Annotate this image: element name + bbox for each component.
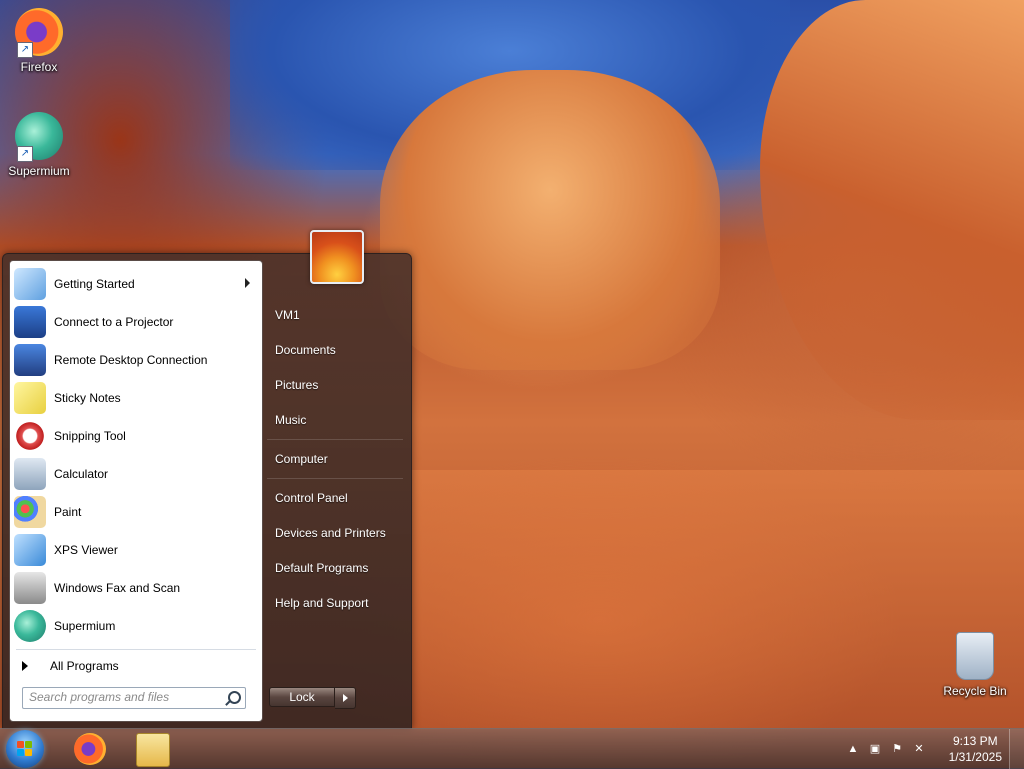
- user-picture[interactable]: [310, 230, 364, 284]
- calculator-icon: [14, 458, 46, 490]
- desktop-icon-label: Recycle Bin: [943, 684, 1007, 698]
- program-connect-to-projector[interactable]: Connect to a Projector: [10, 303, 262, 341]
- taskbar-explorer-button[interactable]: [124, 731, 178, 767]
- program-xps-viewer[interactable]: XPS Viewer: [10, 531, 262, 569]
- fax-scan-icon: [14, 572, 46, 604]
- paint-icon: [14, 496, 46, 528]
- program-label: Sticky Notes: [54, 391, 121, 405]
- places-item-music[interactable]: Music: [267, 403, 403, 438]
- supermium-icon: [14, 610, 46, 642]
- volume-muted-icon[interactable]: ✕: [912, 742, 926, 756]
- places-item-vm1[interactable]: VM1: [267, 298, 403, 333]
- start-menu: Getting Started Connect to a Projector R…: [2, 230, 412, 729]
- clock[interactable]: 9:13 PM 1/31/2025: [949, 733, 1002, 765]
- places-item-devices-printers[interactable]: Devices and Printers: [267, 516, 403, 551]
- start-menu-programs-pane: Getting Started Connect to a Projector R…: [9, 260, 263, 722]
- program-getting-started[interactable]: Getting Started: [10, 265, 262, 303]
- all-programs-button[interactable]: All Programs: [10, 653, 262, 679]
- program-label: Windows Fax and Scan: [54, 581, 181, 595]
- program-fax-and-scan[interactable]: Windows Fax and Scan: [10, 569, 262, 607]
- wallpaper-rock: [760, 0, 1024, 420]
- program-label: Getting Started: [54, 277, 135, 291]
- network-icon[interactable]: ▣: [868, 742, 882, 756]
- program-label: XPS Viewer: [54, 543, 118, 557]
- projector-icon: [14, 306, 46, 338]
- start-button[interactable]: [6, 730, 44, 768]
- search-input[interactable]: [23, 688, 225, 706]
- expand-arrow-icon: [22, 661, 28, 671]
- desktop-icon-firefox[interactable]: ↗ Firefox: [1, 8, 77, 74]
- search-icon[interactable]: [228, 691, 241, 704]
- show-desktop-button[interactable]: [1009, 729, 1024, 769]
- program-paint[interactable]: Paint: [10, 493, 262, 531]
- program-calculator[interactable]: Calculator: [10, 455, 262, 493]
- program-label: Calculator: [54, 467, 109, 481]
- program-label: Connect to a Projector: [54, 315, 174, 329]
- program-label: Supermium: [54, 619, 116, 633]
- program-label: Snipping Tool: [54, 429, 126, 443]
- desktop-icon-recycle-bin[interactable]: Recycle Bin: [937, 632, 1013, 698]
- file-explorer-icon: [136, 733, 170, 767]
- getting-started-icon: [14, 268, 46, 300]
- clock-date: 1/31/2025: [948, 750, 1002, 764]
- places-item-default-programs[interactable]: Default Programs: [267, 551, 403, 586]
- sticky-notes-icon: [14, 382, 46, 414]
- submenu-arrow-icon: [245, 278, 250, 288]
- places-item-help-support[interactable]: Help and Support: [267, 586, 403, 621]
- program-label: Paint: [54, 505, 82, 519]
- shortcut-arrow-icon: ↗: [17, 146, 33, 162]
- places-item-computer[interactable]: Computer: [267, 442, 403, 477]
- notification-area: ▲ ▣ ⚑ ✕ 9:13 PM 1/31/2025: [844, 729, 1024, 769]
- firefox-icon: [74, 733, 106, 765]
- show-hidden-icons-icon[interactable]: ▲: [846, 742, 860, 756]
- firefox-icon: ↗: [15, 8, 63, 58]
- desktop-icon-supermium[interactable]: ↗ Supermium: [1, 112, 77, 178]
- action-center-flag-icon[interactable]: ⚑: [890, 742, 904, 756]
- power-controls: Lock: [269, 687, 356, 709]
- program-remote-desktop[interactable]: Remote Desktop Connection: [10, 341, 262, 379]
- power-options-arrow-button[interactable]: [335, 687, 356, 709]
- divider: [267, 478, 403, 479]
- program-label: Remote Desktop Connection: [54, 353, 208, 367]
- places-item-control-panel[interactable]: Control Panel: [267, 481, 403, 516]
- snipping-tool-icon: [14, 420, 46, 452]
- program-list: Getting Started Connect to a Projector R…: [10, 265, 262, 645]
- shortcut-arrow-icon: ↗: [17, 42, 33, 58]
- windows-logo-icon: [17, 741, 33, 757]
- divider: [267, 439, 403, 440]
- lock-button[interactable]: Lock: [269, 687, 335, 707]
- program-sticky-notes[interactable]: Sticky Notes: [10, 379, 262, 417]
- program-supermium[interactable]: Supermium: [10, 607, 262, 645]
- desktop-icon-label: Firefox: [20, 60, 58, 74]
- places-item-pictures[interactable]: Pictures: [267, 368, 403, 403]
- search-box: [22, 687, 246, 709]
- start-menu-places-list: VM1 Documents Pictures Music Computer Co…: [267, 298, 403, 621]
- desktop-icon-label: Supermium: [8, 164, 70, 178]
- clock-time: 9:13 PM: [952, 734, 998, 748]
- wallpaper-rock: [380, 70, 720, 370]
- xps-viewer-icon: [14, 534, 46, 566]
- program-snipping-tool[interactable]: Snipping Tool: [10, 417, 262, 455]
- all-programs-label: All Programs: [50, 659, 119, 673]
- recycle-bin-icon: [956, 632, 994, 680]
- remote-desktop-icon: [14, 344, 46, 376]
- taskbar: ▲ ▣ ⚑ ✕ 9:13 PM 1/31/2025: [0, 728, 1024, 769]
- taskbar-firefox-button[interactable]: [62, 731, 116, 767]
- divider: [16, 649, 256, 650]
- supermium-icon: ↗: [15, 112, 63, 162]
- places-item-documents[interactable]: Documents: [267, 333, 403, 368]
